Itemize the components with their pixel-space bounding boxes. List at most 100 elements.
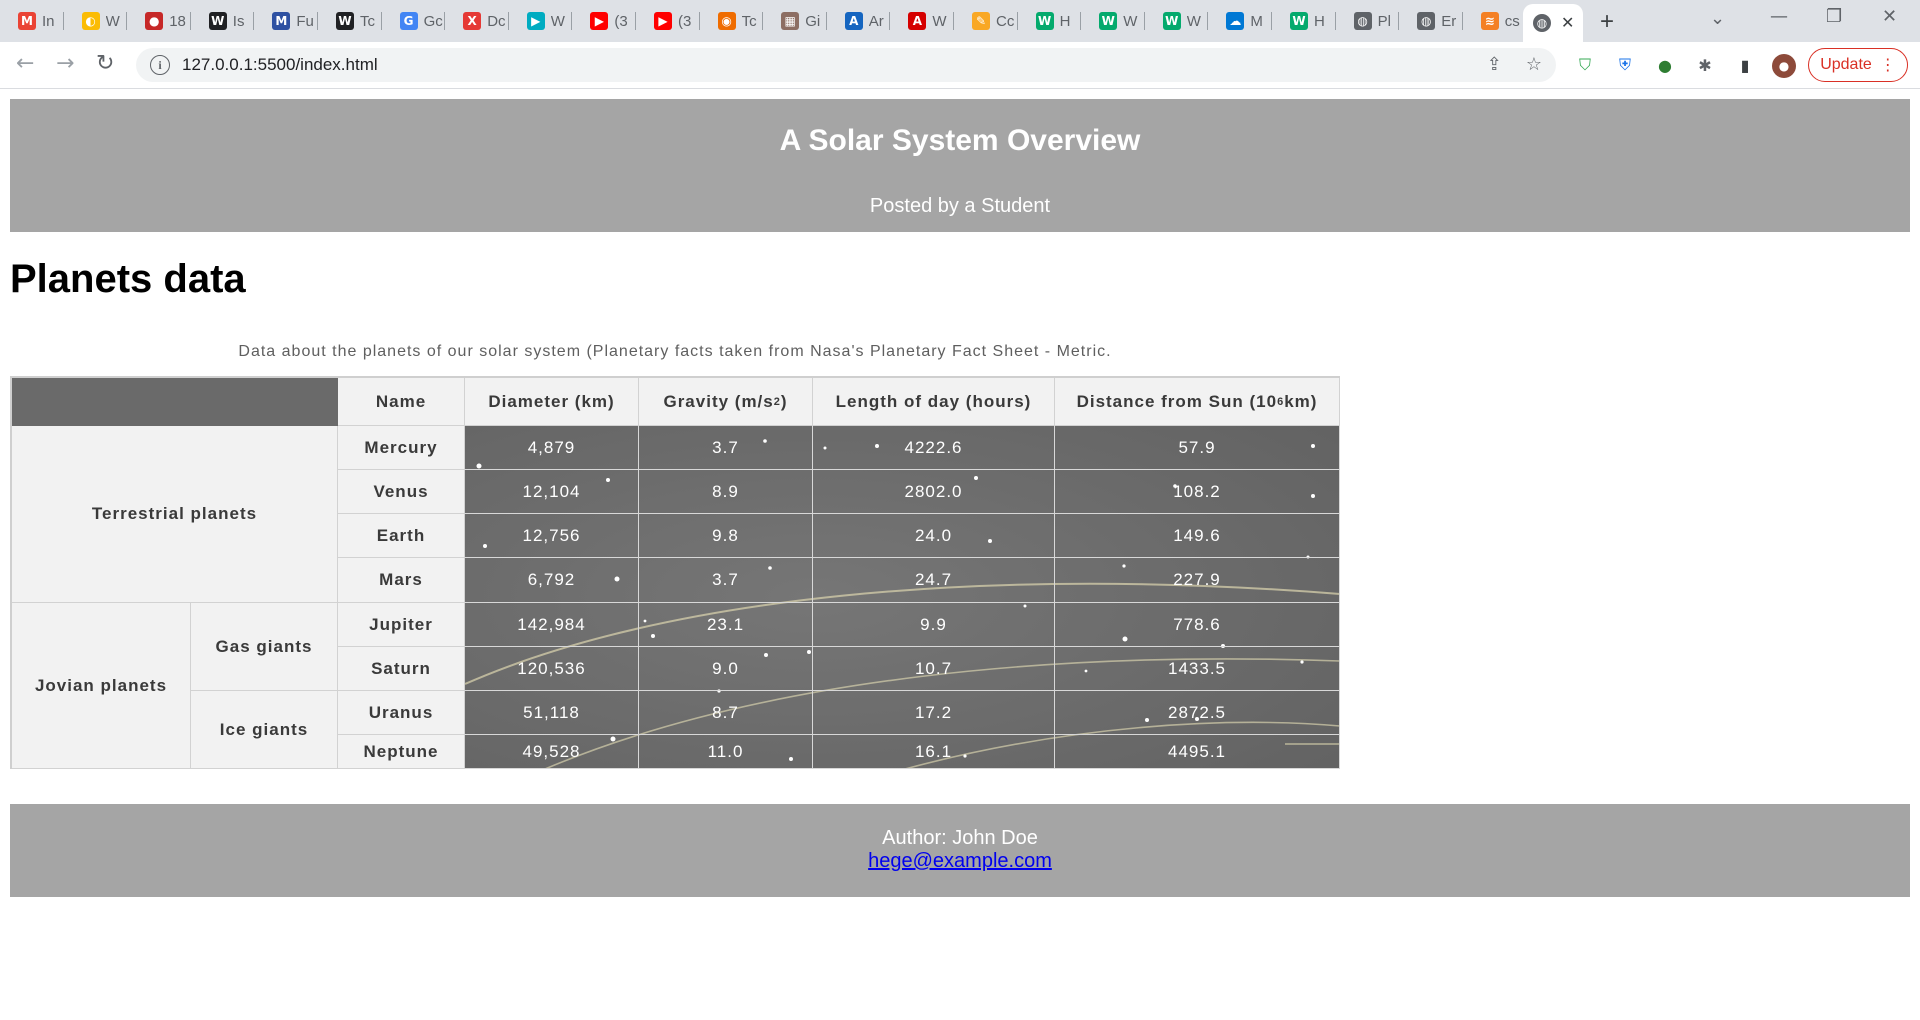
youtube-icon: ▶ — [590, 12, 609, 30]
planet-gravity: 9.8 — [639, 514, 813, 558]
page-title: Planets data — [10, 257, 246, 301]
tab-title: H — [1059, 12, 1071, 30]
browser-tab[interactable]: M Fu — [254, 6, 318, 36]
planet-diameter: 142,984 — [465, 603, 639, 647]
browser-tab[interactable]: ✎ Cc — [954, 6, 1018, 36]
column-header-day-length: Length of day (hours) — [813, 378, 1055, 426]
share-icon[interactable]: ⇪ — [1487, 54, 1502, 75]
browser-tab[interactable]: WW — [1145, 6, 1209, 36]
planet-diameter: 51,118 — [465, 691, 639, 735]
tab-title: Tc — [741, 12, 757, 30]
new-tab-button[interactable]: + — [1600, 8, 1614, 36]
tab-active[interactable]: ◍ ✕ — [1523, 4, 1583, 42]
browser-tab[interactable]: ◐ W — [64, 6, 128, 36]
browser-tab[interactable]: WH — [1018, 6, 1082, 36]
browser-tab[interactable]: W Tc — [318, 6, 382, 36]
extensions-puzzle-icon[interactable]: ✱ — [1694, 54, 1716, 76]
browser-tab[interactable]: ◉ Tc — [700, 6, 764, 36]
browser-tab[interactable]: X Dc — [445, 6, 509, 36]
bookmark-star-icon[interactable]: ☆ — [1526, 54, 1542, 75]
planet-distance: 778.6 — [1055, 603, 1340, 647]
browser-tab[interactable]: ☁ M — [1208, 6, 1272, 36]
tab-title: H — [1314, 12, 1325, 30]
globe-extension-icon[interactable]: ● — [1654, 54, 1676, 76]
adblock-shield-icon[interactable]: ⛉ — [1574, 54, 1596, 76]
column-header-gravity: Gravity (m/s 2) — [639, 378, 813, 426]
back-button[interactable]: ← — [16, 51, 34, 76]
browser-tab[interactable]: ● 18 — [127, 6, 191, 36]
planet-name: Mercury — [338, 426, 465, 470]
browser-tab[interactable]: ▶ (3 — [636, 6, 700, 36]
minimize-button[interactable]: — — [1770, 6, 1788, 27]
browser-tab[interactable]: ▶ (3 — [572, 6, 636, 36]
browser-tab[interactable]: ≋ cs — [1463, 6, 1527, 36]
gmail-icon: M — [18, 12, 36, 30]
browser-tab[interactable]: ◍ Er — [1399, 6, 1463, 36]
browser-tab[interactable]: M In — [0, 6, 64, 36]
footer-email-wrap: hege@example.com — [10, 850, 1910, 873]
x-icon: X — [463, 12, 482, 30]
w3schools-icon: W — [1290, 12, 1308, 30]
youtube-icon: ▶ — [654, 12, 672, 30]
site-info-icon[interactable]: i — [150, 55, 170, 75]
planet-gravity: 3.7 — [639, 558, 813, 603]
planet-gravity: 8.7 — [639, 691, 813, 735]
site-header: A Solar System Overview Posted by a Stud… — [10, 99, 1910, 232]
planet-diameter: 120,536 — [465, 647, 639, 691]
tab-title: M — [1250, 12, 1263, 30]
browser-tab[interactable]: WW — [1081, 6, 1145, 36]
group-ice-giants: Ice giants — [191, 691, 338, 769]
colorful-swirl-icon: ◐ — [81, 12, 100, 30]
tab-title: W — [1123, 12, 1138, 30]
footer-email-link[interactable]: hege@example.com — [868, 850, 1052, 872]
browser-tab[interactable]: W Is — [191, 6, 255, 36]
close-tab-icon[interactable]: ✕ — [1561, 13, 1574, 33]
planet-distance: 2872.5 — [1055, 691, 1340, 735]
tab-title: Fu — [296, 12, 314, 30]
browser-tab[interactable]: A Ar — [827, 6, 891, 36]
planet-distance: 57.9 — [1055, 426, 1340, 470]
tab-title: (3 — [614, 12, 628, 30]
profile-avatar[interactable]: ● — [1772, 54, 1796, 78]
column-header-distance: Distance from Sun (10 6 km) — [1055, 378, 1340, 426]
planet-gravity: 9.0 — [639, 647, 813, 691]
w3schools-icon: W — [1099, 12, 1118, 30]
tab-title: W — [1186, 12, 1201, 30]
browser-tab[interactable]: G Gc — [382, 6, 446, 36]
browser-tab[interactable]: ◍ Pl — [1336, 6, 1400, 36]
browser-tab[interactable]: ▦ Gi — [763, 6, 827, 36]
planet-name: Jupiter — [338, 603, 465, 647]
planet-name: Venus — [338, 470, 465, 514]
planet-day-length: 16.1 — [813, 735, 1055, 769]
update-button[interactable]: Update ⋮ — [1808, 48, 1908, 82]
url-text[interactable]: 127.0.0.1:5500/index.html — [182, 55, 378, 75]
vpn-shield-icon[interactable]: ⛨ — [1614, 54, 1636, 76]
close-window-button[interactable]: ✕ — [1882, 6, 1897, 27]
planet-day-length: 9.9 — [813, 603, 1055, 647]
address-bar[interactable]: i 127.0.0.1:5500/index.html ⇪ ☆ — [136, 48, 1556, 82]
browser-tab[interactable]: ▶ W — [509, 6, 573, 36]
tab-title: Dc — [487, 12, 506, 30]
more-menu-icon[interactable]: ⋮ — [1880, 55, 1896, 75]
tab-title: W — [550, 12, 565, 30]
tab-title: Ar — [868, 12, 884, 30]
tab-title: W — [932, 12, 947, 30]
forward-button[interactable]: → — [56, 51, 74, 76]
column-header-diameter: Diameter (km) — [465, 378, 639, 426]
planet-day-length: 4222.6 — [813, 426, 1055, 470]
tab-title: Gi — [805, 12, 821, 30]
tab-title: Gc — [423, 12, 443, 30]
header-corner — [12, 378, 338, 426]
planet-day-length: 17.2 — [813, 691, 1055, 735]
browser-tab[interactable]: AW — [890, 6, 954, 36]
tab-search-icon[interactable]: ⌄ — [1710, 8, 1725, 29]
browser-tab[interactable]: WH — [1272, 6, 1336, 36]
planet-name: Saturn — [338, 647, 465, 691]
tab-title: 18 — [169, 12, 186, 30]
reload-button[interactable]: ↻ — [96, 51, 114, 76]
planets-table: Name Diameter (km) Gravity (m/s 2) Length… — [10, 376, 1340, 769]
maximize-button[interactable]: ❐ — [1826, 6, 1842, 27]
group-jovian-planets: Jovian planets — [12, 603, 191, 769]
planet-diameter: 49,528 — [465, 735, 639, 769]
side-panel-icon[interactable]: ▮ — [1734, 54, 1756, 76]
